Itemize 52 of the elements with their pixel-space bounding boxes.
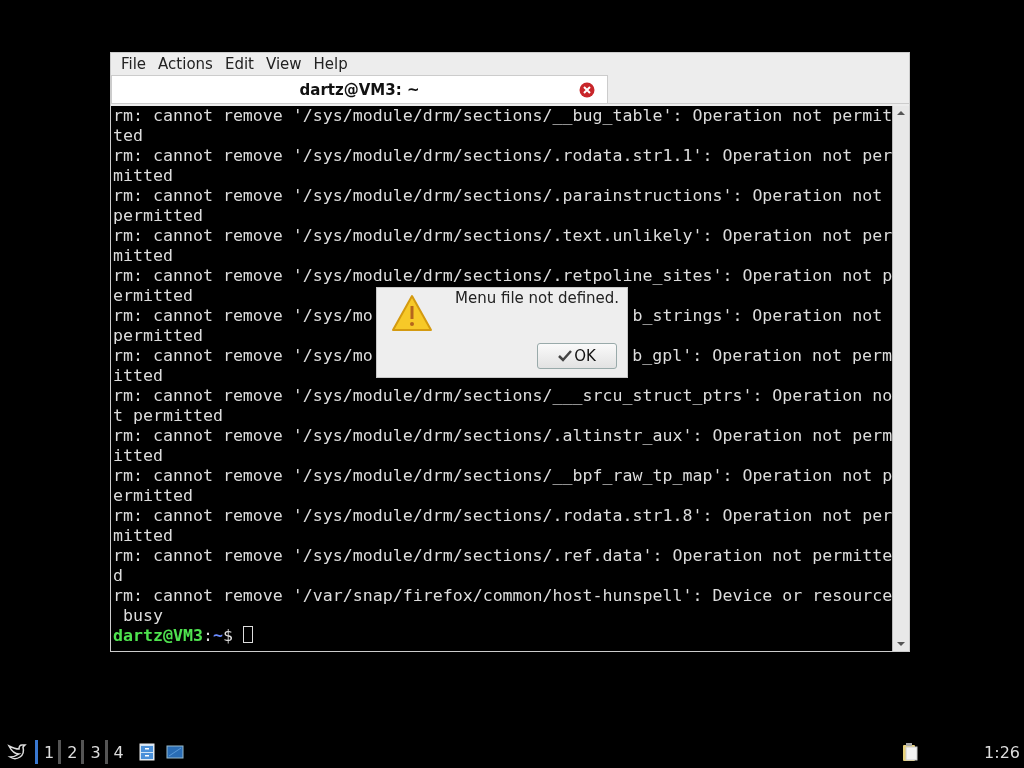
terminal-line: t permitted	[113, 406, 223, 426]
warning-icon	[391, 294, 433, 332]
prompt-user: dartz@VM3	[113, 626, 203, 646]
menu-item[interactable]: File	[115, 55, 153, 73]
terminal-line: rm: cannot remove '/sys/module/drm/sections/.parainstructions': Operation not	[113, 186, 883, 206]
terminal-line: rm: cannot remove '/sys/mo	[113, 346, 373, 365]
terminal-line: permitted	[113, 206, 203, 226]
terminal-line: itted	[113, 366, 163, 386]
terminal-line: mitted	[113, 166, 173, 186]
desktop-switcher[interactable]: 3	[81, 740, 105, 764]
terminal-line: rm: cannot remove '/sys/module/drm/sections/.rodata.str1.1': Operation not per	[113, 146, 892, 166]
menu-item[interactable]: Actions	[152, 55, 219, 73]
terminal-line: rm: cannot remove '/sys/module/drm/sections/.rodata.str1.8': Operation not per	[113, 506, 892, 526]
monitor-icon[interactable]	[165, 743, 184, 761]
menu-item[interactable]: View	[259, 55, 308, 73]
terminal-line: ermitted	[113, 286, 193, 306]
clipboard-icon[interactable]	[900, 742, 921, 762]
terminal-line: rm: cannot remove '/sys/module/drm/sections/.ref.data': Operation not permitte	[113, 546, 892, 566]
terminal-line: rm: cannot remove '/sys/module/drm/sections/__bpf_raw_tp_map': Operation not p	[113, 466, 892, 486]
desktop-switcher[interactable]: 1	[35, 740, 59, 764]
prompt-separator: :	[202, 626, 213, 646]
terminal-line: b_strings': Operation not	[632, 306, 883, 326]
terminal-tab[interactable]: dartz@VM3: ~	[111, 75, 608, 103]
desktop-switcher[interactable]: 4	[104, 740, 128, 764]
terminal-line: rm: cannot remove '/var/snap/firefox/common/host-hunspell': Device or resource	[113, 586, 892, 606]
prompt-path: ~	[212, 626, 223, 646]
terminal-line: mitted	[113, 246, 173, 266]
text-cursor	[242, 626, 253, 643]
terminal-line: ermitted	[113, 486, 193, 506]
terminal-line: rm: cannot remove '/sys/module/drm/sections/.text.unlikely': Operation not per	[113, 226, 892, 246]
desktop-switcher[interactable]: 2	[58, 740, 82, 764]
terminal-line: rm: cannot remove '/sys/mo	[113, 306, 373, 325]
terminal-line: b_gpl': Operation not perm	[632, 346, 892, 366]
clock: 1:26	[984, 742, 1020, 762]
terminal-line: rm: cannot remove '/sys/module/drm/sections/___srcu_struct_ptrs': Operation no	[113, 386, 892, 406]
dialog-message: Menu file not defined.	[455, 289, 620, 307]
terminal-line: itted	[113, 446, 163, 466]
terminal-line: ted	[113, 126, 143, 146]
terminal-line: mitted	[113, 526, 173, 546]
terminal-line: d	[113, 566, 123, 586]
terminal-line: busy	[122, 606, 163, 626]
menu-item[interactable]: Edit	[218, 55, 260, 73]
terminal-line: permitted	[113, 326, 203, 346]
prompt-symbol: $	[222, 626, 233, 646]
menu-item[interactable]: Help	[307, 55, 354, 73]
terminal-line: rm: cannot remove '/sys/module/drm/sections/.retpoline_sites': Operation not p	[113, 266, 892, 286]
file-cabinet-icon[interactable]	[137, 743, 156, 761]
terminal-line: rm: cannot remove '/sys/module/drm/sections/.altinstr_aux': Operation not perm	[113, 426, 892, 446]
check-icon	[558, 350, 573, 362]
ok-button[interactable]: OK	[537, 343, 617, 369]
close-icon[interactable]	[579, 82, 595, 98]
terminal-line: rm: cannot remove '/sys/module/drm/sections/__bug_table': Operation not permit	[113, 106, 892, 126]
